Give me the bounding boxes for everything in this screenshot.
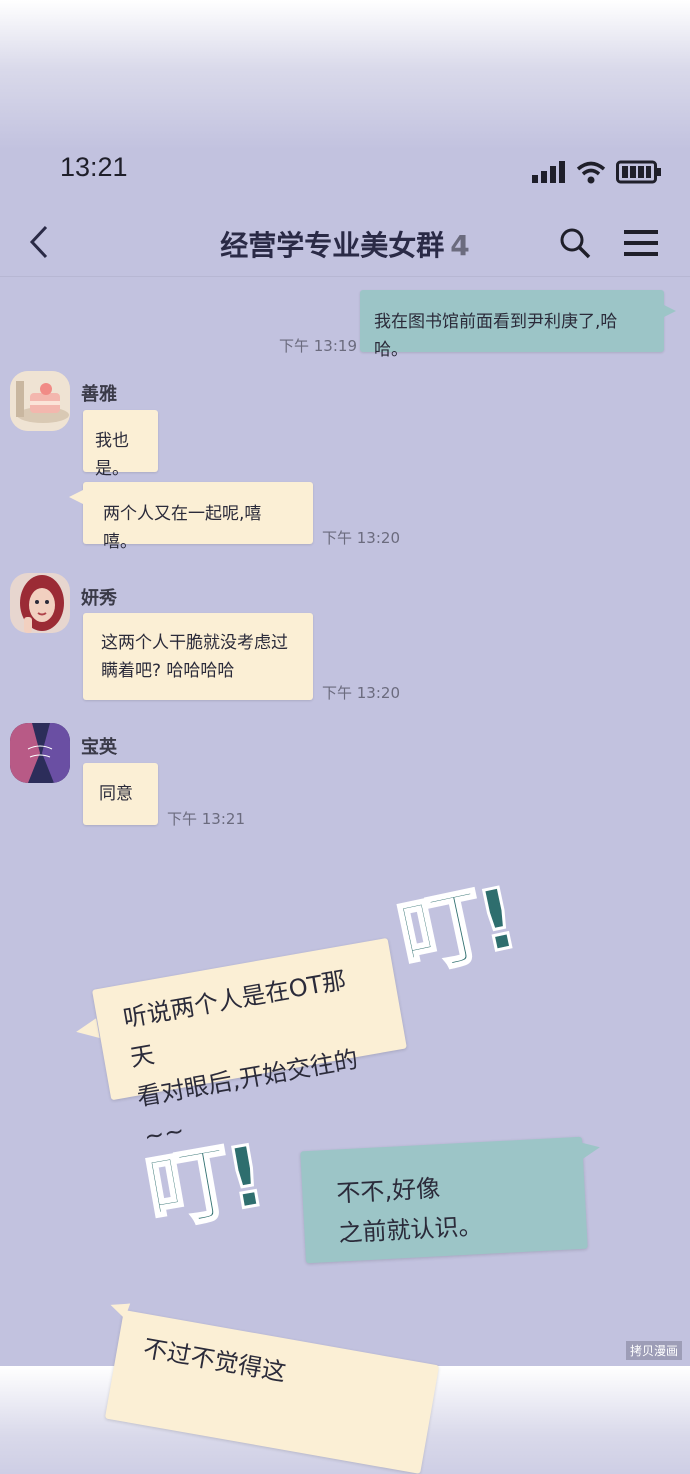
bubble-tail <box>69 490 83 504</box>
my-message-bubble[interactable]: 我在图书馆前面看到尹利庚了,哈哈。 <box>360 290 664 360</box>
comic-bubble: 听说两个人是在OT那天 看对眼后,开始交往的~~ <box>92 937 407 1151</box>
message-bubble[interactable]: 这两个人干脆就没考虑过 瞒着吧? 哈哈哈哈 <box>83 613 313 700</box>
timestamp: 下午 13:19 <box>279 337 357 355</box>
signal-icon <box>532 161 565 183</box>
watermark: 拷贝漫画 <box>625 1341 682 1360</box>
message-bubble[interactable]: 我也是。 <box>83 410 158 479</box>
chat-header: 经营学专业美女群 4 <box>0 206 690 277</box>
comic-bubble: 不不,好像 之前就认识。 <box>300 1136 588 1264</box>
avatar-baoying[interactable] <box>10 723 70 783</box>
message-text: 两个人又在一起呢,嘻嘻。 <box>103 504 262 552</box>
sender-name: 善雅 <box>81 384 117 405</box>
message-text: 瞒着吧? 哈哈哈哈 <box>101 661 235 681</box>
timestamp: 下午 13:20 <box>322 529 400 547</box>
chat-title-text: 经营学专业美女群 <box>220 229 445 262</box>
timestamp: 下午 13:21 <box>167 810 245 828</box>
message-text: 我也是。 <box>95 431 129 479</box>
menu-icon[interactable] <box>622 228 660 258</box>
search-icon[interactable] <box>558 226 592 260</box>
woman-avatar-icon <box>10 573 70 633</box>
message-text: 这两个人干脆就没考虑过 <box>101 633 288 653</box>
avatar-shanya[interactable] <box>10 371 70 431</box>
cake-icon <box>10 371 70 431</box>
bubble-tail <box>578 1138 602 1160</box>
member-count: 4 <box>450 229 470 262</box>
sound-effect-text: 叮! <box>389 868 524 991</box>
comic-bubble: 不过不觉得这 <box>104 1310 440 1474</box>
sound-effect-text: 叮! <box>138 1125 271 1244</box>
bubble-tail <box>74 1018 100 1042</box>
comic-bubble-text: 不过不觉得这 <box>141 1334 288 1387</box>
message-bubble[interactable]: 同意 <box>83 763 158 825</box>
my-message-text: 我在图书馆前面看到尹利庚了,哈哈。 <box>374 312 618 360</box>
message-text: 同意 <box>99 784 133 804</box>
status-icons <box>532 160 662 184</box>
sender-name: 妍秀 <box>81 588 117 609</box>
sender-name: 宝英 <box>81 737 117 758</box>
message-bubble[interactable]: 两个人又在一起呢,嘻嘻。 <box>83 482 313 552</box>
timestamp: 下午 13:20 <box>322 684 400 702</box>
bubble-tail <box>662 304 676 318</box>
avatar-yanxiu[interactable] <box>10 573 70 633</box>
wifi-icon <box>576 161 606 184</box>
status-time: 13:21 <box>60 152 128 182</box>
battery-icon <box>616 160 661 184</box>
abstract-avatar-icon <box>10 723 70 783</box>
